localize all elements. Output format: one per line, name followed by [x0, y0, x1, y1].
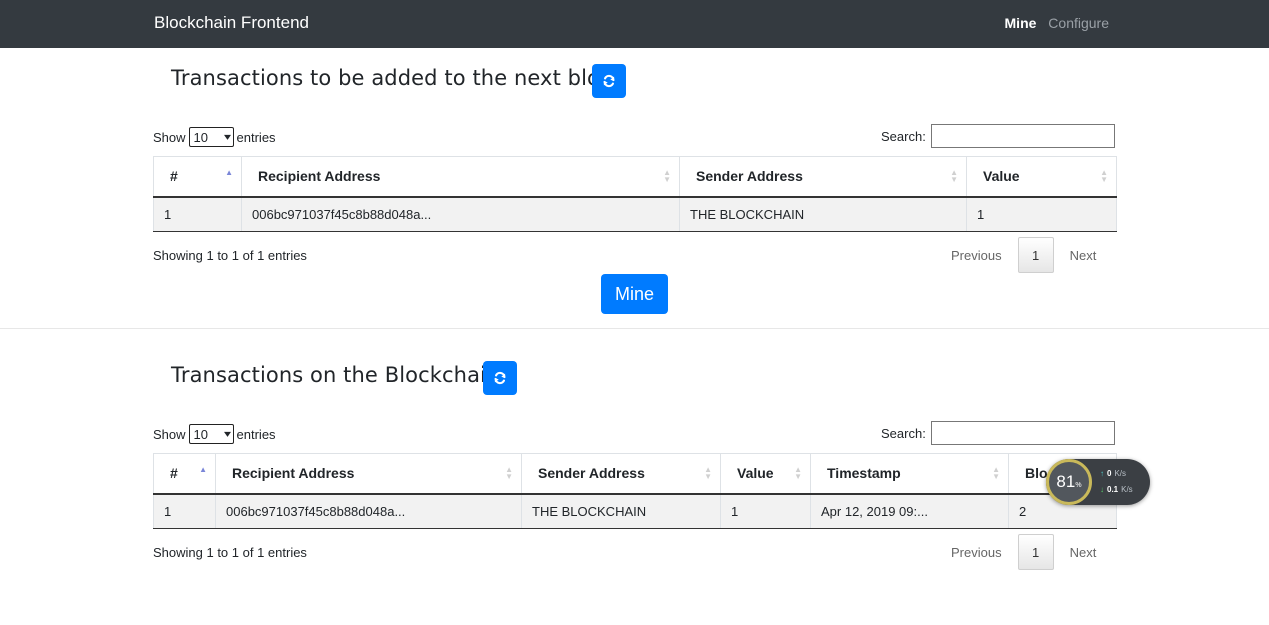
pending-refresh-button[interactable] [592, 64, 626, 98]
nav-link-configure[interactable]: Configure [1048, 15, 1109, 31]
cell-value: 1 [720, 493, 811, 529]
table-header-row: # ▲ Recipient Address ▲ ▼ Sender Address … [153, 453, 1117, 495]
brand-title[interactable]: Blockchain Frontend [154, 13, 309, 33]
cell-recipient: 006bc971037f45c8b88d048a... [241, 196, 680, 232]
usage-percent-unit: % [1075, 481, 1082, 489]
search-label: Search: [881, 128, 926, 144]
pagination-next[interactable]: Next [1070, 545, 1097, 560]
table-header-row: # ▲ Recipient Address ▲ ▼ Sender Address … [153, 156, 1117, 198]
pagination-page-1[interactable]: 1 [1017, 534, 1054, 570]
cell-number: 1 [153, 196, 242, 232]
pending-table-info: Showing 1 to 1 of 1 entries [153, 248, 307, 263]
table-row: 1 006bc971037f45c8b88d048a... THE BLOCKC… [153, 196, 1117, 232]
table-row: 1 006bc971037f45c8b88d048a... THE BLOCKC… [153, 493, 1117, 529]
sort-icon: ▲▼ [704, 465, 712, 481]
chain-refresh-button[interactable] [483, 361, 517, 395]
pagination-previous[interactable]: Previous [951, 545, 1002, 560]
arrow-down-icon: ↓ [1100, 485, 1104, 494]
refresh-icon [603, 74, 615, 88]
chain-table-info: Showing 1 to 1 of 1 entries [153, 545, 307, 560]
entries-select-value: 10 [193, 426, 208, 442]
sort-icon: ▲ [225, 168, 233, 177]
cell-value: 1 [966, 196, 1117, 232]
sort-icon: ▲▼ [1100, 168, 1108, 184]
pending-entries-select[interactable]: 10 ▾ [188, 127, 234, 147]
entries-label: entries [236, 426, 276, 442]
pending-section-title: Transactions to be added to the next blo… [171, 66, 624, 90]
sort-icon: ▲▼ [794, 465, 802, 481]
usage-percent: 81 [1056, 472, 1076, 491]
chain-length-control: Show 10 ▾ entries [153, 424, 276, 444]
upload-value: 0 [1107, 469, 1112, 478]
sort-icon: ▲▼ [950, 168, 958, 184]
column-header-number[interactable]: # ▲ [153, 156, 242, 198]
cell-number: 1 [153, 493, 216, 529]
nav-links: Mine Configure [997, 15, 1109, 31]
pending-search-input[interactable] [930, 124, 1115, 148]
pending-pagination: Previous 1 Next [951, 237, 1096, 273]
column-header-number[interactable]: # ▲ [153, 453, 216, 495]
pending-length-control: Show 10 ▾ entries [153, 127, 276, 147]
sort-icon: ▲ [199, 465, 207, 474]
search-label: Search: [881, 425, 926, 441]
entries-label: entries [236, 129, 276, 145]
upload-unit: K/s [1114, 469, 1127, 478]
column-header-value[interactable]: Value ▲ ▼ [966, 156, 1117, 198]
system-monitor-widget[interactable]: 81% ↑ 0 K/s ↓ 0.1 K/s [1046, 459, 1150, 505]
chain-search-input[interactable] [930, 421, 1115, 445]
pending-transactions-table: # ▲ Recipient Address ▲ ▼ Sender Address … [153, 156, 1117, 232]
upload-rate: ↑ 0 K/s [1100, 469, 1126, 478]
chain-transactions-table: # ▲ Recipient Address ▲ ▼ Sender Address … [153, 453, 1117, 529]
chain-pagination: Previous 1 Next [951, 534, 1096, 570]
cell-sender: THE BLOCKCHAIN [521, 493, 721, 529]
download-value: 0.1 [1107, 485, 1119, 494]
column-header-timestamp[interactable]: Timestamp ▲ ▼ [810, 453, 1009, 495]
cell-timestamp: Apr 12, 2019 09:... [810, 493, 1009, 529]
download-rate: ↓ 0.1 K/s [1100, 485, 1133, 494]
show-label: Show [153, 426, 186, 442]
chain-search: Search: [881, 421, 1115, 445]
chevron-down-icon: ▾ [223, 131, 231, 143]
sort-icon: ▲▼ [992, 465, 1000, 481]
entries-select-value: 10 [193, 129, 208, 145]
chevron-down-icon: ▾ [223, 428, 231, 440]
sort-icon: ▲▼ [663, 168, 671, 184]
section-divider [0, 328, 1269, 329]
pagination-previous[interactable]: Previous [951, 248, 1002, 263]
pagination-page-1[interactable]: 1 [1017, 237, 1054, 273]
nav-link-mine[interactable]: Mine [1005, 15, 1037, 31]
pagination-next[interactable]: Next [1070, 248, 1097, 263]
show-label: Show [153, 129, 186, 145]
navbar: Blockchain Frontend Mine Configure [0, 0, 1269, 48]
mine-button[interactable]: Mine [601, 274, 668, 314]
usage-gauge: 81% [1046, 459, 1092, 505]
download-unit: K/s [1121, 485, 1133, 494]
column-header-value[interactable]: Value ▲ ▼ [720, 453, 811, 495]
column-header-sender[interactable]: Sender Address ▲ ▼ [521, 453, 721, 495]
column-header-sender[interactable]: Sender Address ▲ ▼ [679, 156, 967, 198]
chain-entries-select[interactable]: 10 ▾ [188, 424, 234, 444]
cell-sender: THE BLOCKCHAIN [679, 196, 967, 232]
pending-search: Search: [881, 124, 1115, 148]
chain-section-title: Transactions on the Blockchain [171, 363, 500, 387]
arrow-up-icon: ↑ [1100, 469, 1104, 478]
sort-icon: ▲▼ [505, 465, 513, 481]
refresh-icon [494, 371, 506, 385]
cell-recipient: 006bc971037f45c8b88d048a... [215, 493, 522, 529]
column-header-recipient[interactable]: Recipient Address ▲ ▼ [215, 453, 522, 495]
column-header-recipient[interactable]: Recipient Address ▲ ▼ [241, 156, 680, 198]
